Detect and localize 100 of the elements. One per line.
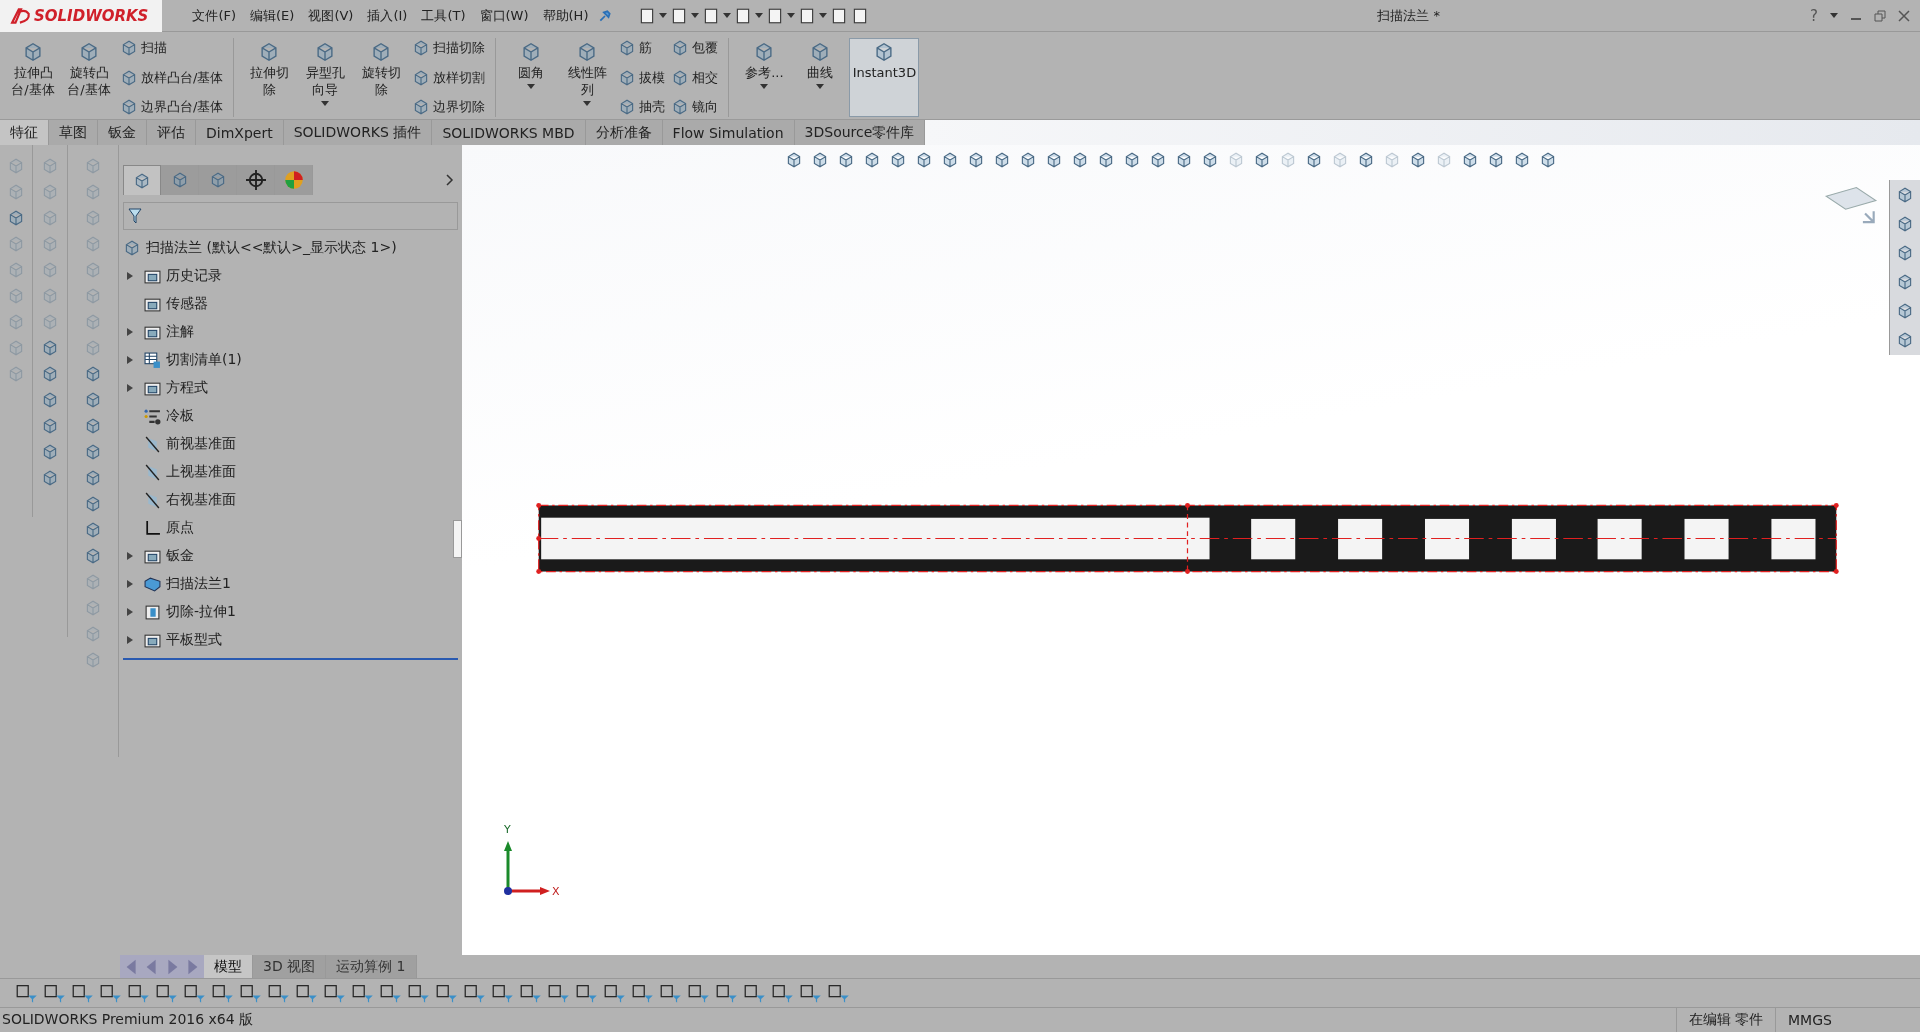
cube-icon[interactable] bbox=[41, 469, 59, 487]
task-pane-icon[interactable] bbox=[1896, 331, 1914, 349]
selection-filter-icon[interactable] bbox=[72, 983, 94, 1003]
ribbon-command-button[interactable]: 参考... bbox=[737, 38, 792, 117]
view-tool-icon[interactable] bbox=[1539, 151, 1557, 169]
ribbon-command-button[interactable]: 旋转切除 bbox=[354, 38, 409, 117]
view-tool-icon[interactable] bbox=[1123, 151, 1141, 169]
cube-icon[interactable] bbox=[78, 41, 100, 63]
expand-arrow-icon[interactable] bbox=[127, 580, 133, 588]
selection-filter-icon[interactable] bbox=[296, 983, 318, 1003]
ribbon-command-button[interactable]: 圆角 bbox=[504, 38, 559, 117]
app-logo[interactable]: SOLIDWORKS bbox=[0, 0, 163, 32]
command-tab[interactable]: 钣金 bbox=[98, 120, 147, 145]
selection-filter-icon[interactable] bbox=[212, 983, 234, 1003]
cube-icon[interactable] bbox=[41, 391, 59, 409]
view-tool-icon[interactable] bbox=[1409, 151, 1427, 169]
ribbon-command-button[interactable]: 扫描切除 bbox=[410, 38, 488, 58]
selection-filter-icon[interactable] bbox=[436, 983, 458, 1003]
ribbon-command-button[interactable]: 边界凸台/基体 bbox=[118, 97, 226, 117]
view-tool-icon[interactable] bbox=[941, 151, 959, 169]
expand-arrow-icon[interactable] bbox=[127, 384, 133, 392]
selection-filter-icon[interactable] bbox=[660, 983, 682, 1003]
cube-icon[interactable] bbox=[84, 547, 102, 565]
selection-filter-icon[interactable] bbox=[632, 983, 654, 1003]
selection-filter-icon[interactable] bbox=[240, 983, 262, 1003]
cube-icon[interactable] bbox=[41, 417, 59, 435]
command-tab[interactable]: 评估 bbox=[147, 120, 196, 145]
ribbon-command-button[interactable]: 线性阵列 bbox=[560, 38, 615, 117]
command-tab[interactable]: 特征 bbox=[0, 120, 49, 145]
ribbon-command-button[interactable]: 放样切割 bbox=[410, 67, 488, 88]
ribbon-command-button[interactable]: 镜向 bbox=[669, 97, 721, 117]
ribbon-command-button[interactable]: 放样凸台/基体 bbox=[118, 67, 226, 88]
cube-icon[interactable] bbox=[22, 41, 44, 63]
view-tool-icon[interactable] bbox=[1149, 151, 1167, 169]
command-tab[interactable]: 草图 bbox=[49, 120, 98, 145]
task-pane-icon[interactable] bbox=[1896, 273, 1914, 291]
close-icon[interactable] bbox=[1898, 9, 1910, 22]
view-tool-icon[interactable] bbox=[1487, 151, 1505, 169]
tree-item[interactable]: 上视基准面 bbox=[166, 463, 236, 481]
cube-icon[interactable] bbox=[84, 417, 102, 435]
view-tool-icon[interactable] bbox=[1253, 151, 1271, 169]
caret-icon[interactable] bbox=[583, 100, 592, 106]
selection-filter-icon[interactable] bbox=[380, 983, 402, 1003]
caret-icon[interactable] bbox=[816, 83, 825, 89]
tree-item[interactable]: 切割清单(1) bbox=[166, 351, 242, 369]
ribbon-command-button[interactable]: 旋转凸台/基体 bbox=[62, 38, 116, 117]
command-tab[interactable]: SOLIDWORKS 插件 bbox=[283, 120, 433, 145]
selection-filter-icon[interactable] bbox=[772, 983, 794, 1003]
ribbon-command-button[interactable]: 扫描 bbox=[118, 38, 226, 58]
task-pane-icon[interactable] bbox=[1896, 186, 1914, 204]
cube-icon[interactable] bbox=[41, 365, 59, 383]
caret-icon[interactable] bbox=[760, 83, 769, 89]
ribbon-command-button[interactable]: 异型孔向导 bbox=[298, 38, 353, 117]
cube-icon[interactable] bbox=[41, 443, 59, 461]
cube-icon[interactable] bbox=[84, 365, 102, 383]
expand-arrow-icon[interactable] bbox=[127, 552, 133, 560]
menu-item[interactable]: 编辑(E) bbox=[250, 6, 295, 25]
ribbon-command-button[interactable]: Instant3D bbox=[849, 38, 920, 117]
filter-field[interactable] bbox=[123, 202, 458, 230]
menu-item[interactable]: 窗口(W) bbox=[479, 6, 529, 25]
cube-icon[interactable] bbox=[84, 469, 102, 487]
view-tool-icon[interactable] bbox=[967, 151, 985, 169]
task-pane-icon[interactable] bbox=[1896, 215, 1914, 233]
cube-icon[interactable] bbox=[84, 443, 102, 461]
selection-filter-icon[interactable] bbox=[828, 983, 850, 1003]
view-tool-icon[interactable] bbox=[1045, 151, 1063, 169]
cube-icon[interactable] bbox=[7, 209, 25, 227]
tree-item[interactable]: 钣金 bbox=[166, 547, 194, 565]
menu-item[interactable]: 工具(T) bbox=[421, 6, 466, 25]
selection-filter-icon[interactable] bbox=[548, 983, 570, 1003]
tree-item[interactable]: 平板型式 bbox=[166, 631, 222, 649]
cube-icon[interactable] bbox=[84, 495, 102, 513]
panel-tab[interactable] bbox=[123, 165, 161, 195]
selection-filter-icon[interactable] bbox=[324, 983, 346, 1003]
expand-arrow-icon[interactable] bbox=[127, 636, 133, 644]
view-tool-icon[interactable] bbox=[1019, 151, 1037, 169]
status-units[interactable]: MMGS bbox=[1775, 1008, 1920, 1032]
tree-item[interactable]: 注解 bbox=[166, 323, 194, 341]
ribbon-command-button[interactable]: 边界切除 bbox=[410, 97, 488, 117]
command-tab[interactable]: 分析准备 bbox=[585, 120, 663, 145]
task-pane-icon[interactable] bbox=[1896, 244, 1914, 262]
view-tool-icon[interactable] bbox=[915, 151, 933, 169]
ribbon-command-button[interactable]: 拉伸凸台/基体 bbox=[6, 38, 60, 117]
cube-icon[interactable] bbox=[84, 521, 102, 539]
expand-arrow-icon[interactable] bbox=[127, 608, 133, 616]
tree-item[interactable]: 扫描法兰1 bbox=[166, 575, 231, 593]
view-tool-icon[interactable] bbox=[1175, 151, 1193, 169]
ribbon-command-button[interactable]: 拔模 bbox=[616, 67, 668, 88]
view-tool-icon[interactable] bbox=[889, 151, 907, 169]
view-tool-icon[interactable] bbox=[785, 151, 803, 169]
cube-icon[interactable] bbox=[120, 98, 138, 116]
command-tab[interactable]: DimXpert bbox=[196, 120, 284, 145]
help-button[interactable]: ? bbox=[1810, 6, 1818, 25]
caret-icon[interactable] bbox=[527, 83, 536, 89]
view-tab[interactable]: 3D 视图 bbox=[253, 955, 327, 978]
command-tab[interactable]: Flow Simulation bbox=[662, 120, 795, 145]
ribbon-command-button[interactable]: 包覆 bbox=[669, 38, 721, 58]
caret-icon[interactable] bbox=[819, 13, 828, 18]
ribbon-command-button[interactable]: 拉伸切除 bbox=[242, 38, 297, 117]
menu-item[interactable]: 视图(V) bbox=[308, 6, 354, 25]
